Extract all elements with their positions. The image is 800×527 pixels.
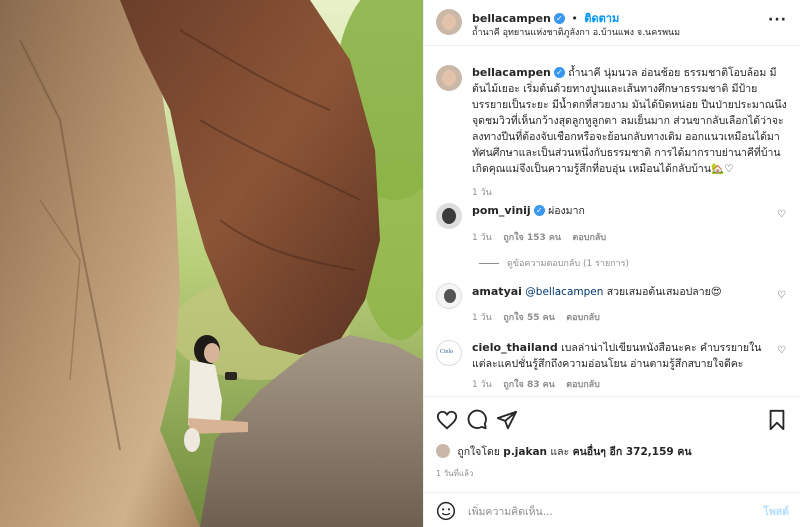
instagram-post: bellacampen ✓ • ติดตาม ถ้ำนาคี อุทยานแห่ง… bbox=[0, 0, 800, 527]
author-avatar[interactable] bbox=[436, 9, 462, 35]
comment-username[interactable]: pom_vinij bbox=[472, 204, 531, 217]
comment-mention[interactable]: @bellacampen bbox=[525, 286, 603, 298]
comment-text: ผ่องมาก bbox=[548, 205, 585, 217]
first-liker[interactable]: p.jakan bbox=[503, 446, 547, 458]
more-options-icon[interactable]: ··· bbox=[768, 12, 787, 28]
comments-list[interactable]: bellacampen ✓ ถ้ำนาคี นุ่มนวล อ่อนช้อย ธร… bbox=[424, 47, 800, 396]
comment-heart-icon[interactable]: ♡ bbox=[777, 346, 787, 356]
verified-badge-icon: ✓ bbox=[533, 205, 545, 216]
caption-username[interactable]: bellacampen bbox=[472, 66, 551, 79]
comment-text: สวยเสมอต้นเสมอปลาย😍 bbox=[606, 286, 722, 298]
liker-avatar[interactable] bbox=[436, 444, 450, 458]
verified-badge-icon: ✓ bbox=[553, 67, 565, 78]
comment-item: amatyai @bellacampen สวยเสมอต้นเสมอปลาย😍 bbox=[472, 284, 772, 300]
comment-time[interactable]: 1 วัน bbox=[472, 233, 492, 243]
reply-button[interactable]: ตอบกลับ bbox=[566, 313, 600, 323]
add-comment-bar: เพิ่มความคิดเห็น... โพสต์ bbox=[424, 492, 800, 527]
author-username[interactable]: bellacampen bbox=[472, 12, 551, 25]
comment-time[interactable]: 1 วัน bbox=[472, 380, 492, 390]
view-replies-label: ดูข้อความตอบกลับ (1 รายการ) bbox=[507, 259, 630, 269]
caption-text: ถ้ำนาคี นุ่มนวล อ่อนช้อย ธรรมชาติโอบล้อม… bbox=[472, 67, 787, 175]
comment-avatar[interactable] bbox=[436, 203, 462, 229]
cielo-avatar-label: Cielo bbox=[440, 349, 453, 355]
comment-username[interactable]: amatyai bbox=[472, 285, 522, 298]
comment-meta: 1 วัน ถูกใจ 83 คน ตอบกลับ bbox=[472, 377, 600, 391]
post-header: bellacampen ✓ • ติดตาม ถ้ำนาคี อุทยานแห่ง… bbox=[424, 0, 800, 46]
follow-separator: • bbox=[571, 12, 578, 25]
location-link[interactable]: ถ้ำนาคี อุทยานแห่งชาติภูลังกา อ.บ้านแพง … bbox=[472, 25, 680, 39]
comment-item: cielo_thailand เบลล่าน่าไปเขียนหนังสือนะ… bbox=[472, 340, 762, 372]
likes-count-button[interactable]: คนอื่นๆ อีก 372,159 คน bbox=[573, 446, 692, 458]
verified-badge-icon: ✓ bbox=[553, 13, 565, 24]
comment-meta: 1 วัน ถูกใจ 55 คน ตอบกลับ bbox=[472, 310, 600, 324]
caption-avatar[interactable] bbox=[436, 65, 462, 91]
emoji-icon[interactable] bbox=[436, 501, 456, 521]
view-replies-button[interactable]: ดูข้อความตอบกลับ (1 รายการ) bbox=[479, 256, 629, 270]
comment-avatar[interactable]: Cielo bbox=[436, 340, 462, 366]
comment-heart-icon[interactable]: ♡ bbox=[777, 291, 787, 301]
cave-rock-photo bbox=[0, 0, 423, 527]
post-actions: ถูกใจโดย p.jakan และ คนอื่นๆ อีก 372,159… bbox=[424, 396, 800, 527]
heart-icon[interactable] bbox=[436, 409, 458, 431]
caption-time[interactable]: 1 วัน bbox=[472, 185, 792, 201]
comment-avatar[interactable] bbox=[436, 283, 462, 309]
comment-likes[interactable]: ถูกใจ 55 คน bbox=[503, 313, 555, 323]
add-comment-input[interactable]: เพิ่มความคิดเห็น... bbox=[468, 503, 553, 520]
post-date[interactable]: 1 วันที่แล้ว bbox=[436, 467, 473, 480]
post-comment-button[interactable]: โพสต์ bbox=[763, 503, 789, 520]
comment-username[interactable]: cielo_thailand bbox=[472, 341, 558, 354]
comment-likes[interactable]: ถูกใจ 153 คน bbox=[503, 233, 561, 243]
follow-button[interactable]: ติดตาม bbox=[584, 12, 619, 25]
comment-meta: 1 วัน ถูกใจ 153 คน ตอบกลับ bbox=[472, 230, 606, 244]
replies-divider bbox=[479, 263, 499, 264]
post-photo[interactable] bbox=[0, 0, 423, 527]
comment-time[interactable]: 1 วัน bbox=[472, 313, 492, 323]
likes-and: และ bbox=[550, 446, 570, 458]
comment-item: pom_vinij ✓ ผ่องมาก bbox=[472, 203, 772, 219]
caption: bellacampen ✓ ถ้ำนาคี นุ่มนวล อ่อนช้อย ธร… bbox=[472, 65, 792, 201]
bookmark-icon[interactable] bbox=[766, 409, 788, 431]
comment-likes[interactable]: ถูกใจ 83 คน bbox=[503, 380, 555, 390]
post-side-panel: bellacampen ✓ • ติดตาม ถ้ำนาคี อุทยานแห่ง… bbox=[423, 0, 800, 527]
likes-summary: ถูกใจโดย p.jakan และ คนอื่นๆ อีก 372,159… bbox=[436, 443, 692, 460]
share-icon[interactable] bbox=[496, 409, 518, 431]
comment-heart-icon[interactable]: ♡ bbox=[777, 210, 787, 220]
reply-button[interactable]: ตอบกลับ bbox=[573, 233, 607, 243]
reply-button[interactable]: ตอบกลับ bbox=[566, 380, 600, 390]
comment-icon[interactable] bbox=[466, 409, 488, 431]
likes-prefix: ถูกใจโดย bbox=[457, 446, 500, 458]
